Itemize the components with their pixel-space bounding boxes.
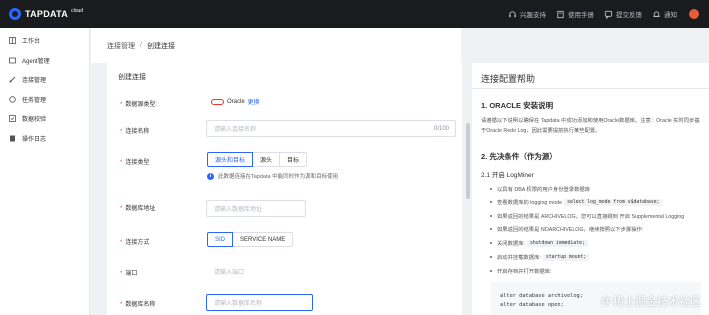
help-panel: 连接配置帮助 1. ORACLE 安装说明 请遵循以下说明以确保在 Tapdat… — [472, 63, 709, 315]
conn-type-label: * 连接类型 — [120, 160, 150, 166]
db-type-label: * 数据源类型: — [120, 102, 158, 108]
conn-mode-option-service-name[interactable]: SERVICE NAME — [233, 232, 294, 247]
breadcrumb-parent[interactable]: 连接管理 — [107, 41, 135, 51]
watermark-text: 稀土掘金技术社区 — [613, 296, 701, 308]
help-sub-logminer: 2.1 开启 LogMiner — [481, 172, 534, 179]
conn-mode-selector: SID SERVICE NAME — [207, 232, 294, 247]
feedback-icon — [604, 10, 613, 19]
help-title: 连接配置帮助 — [481, 74, 536, 84]
db-type-value: Oracle 更换 — [211, 97, 260, 106]
support-link[interactable]: 兴趣支持 — [508, 9, 546, 19]
user-avatar[interactable] — [689, 9, 699, 19]
conn-type-hint-text: 此数据连接在Tapdata 中能同时作为源和目标使用 — [218, 174, 339, 180]
connection-name-input[interactable]: 请输入连接名称 0/100 — [206, 120, 456, 137]
help-bullet: 如果返回的结果是 NOARCHIVELOG，继续按照以下步骤操作: — [490, 225, 643, 233]
conn-type-selector: 源头和目标 源头 目标 — [207, 152, 308, 167]
sidebar: 工作台 Agent管理 连接管理 任务管理 数据校验 操作日志 — [0, 28, 90, 315]
help-divider — [472, 88, 709, 89]
help-inline-code: select log_mode from v$database; — [564, 198, 663, 206]
watermark: @ 稀土掘金技术社区 — [601, 293, 701, 309]
top-bar: TAPDATA cloud 兴趣支持 使用手册 提交反馈 通知 — [0, 0, 709, 28]
breadcrumb: 连接管理 / 创建连接 — [91, 28, 461, 63]
info-icon: i — [207, 172, 214, 180]
sidebar-item-connections[interactable]: 连接管理 — [0, 70, 89, 90]
agent-icon — [9, 57, 16, 64]
help-section-prereq: 2. 先决条件（作为源） — [481, 152, 557, 161]
sidebar-item-workbench[interactable]: 工作台 — [0, 31, 89, 51]
port-input[interactable]: 请输入端口 — [206, 263, 276, 280]
feedback-link[interactable]: 提交反馈 — [604, 9, 642, 19]
breadcrumb-separator: / — [140, 42, 142, 49]
sidebar-item-agent[interactable]: Agent管理 — [0, 51, 89, 71]
help-bullet: 以具有 DBA 权限的用户身份登录数据库 — [490, 185, 590, 193]
db-host-input[interactable]: 请输入数据库地址 — [206, 200, 306, 217]
connection-form: 创建连接 * 数据源类型: Oracle 更换 * 连接名称 请输入连接名称 0/1… — [107, 63, 462, 315]
manual-label: 使用手册 — [568, 12, 594, 19]
help-inline-code: shutdown immediate; — [526, 239, 588, 247]
manual-link[interactable]: 使用手册 — [556, 9, 594, 19]
conn-mode-label: * 连接方式 — [120, 240, 150, 246]
name-char-counter: 0/100 — [433, 125, 449, 132]
db-name-input[interactable]: 请输入数据库名称 — [206, 294, 313, 311]
host-label: * 数据库地址 — [120, 206, 156, 212]
feedback-label: 提交反馈 — [616, 12, 642, 19]
help-bullet: 启动并挂载数据库: startup mount; — [490, 253, 591, 261]
conn-type-option-source-target[interactable]: 源头和目标 — [207, 152, 254, 167]
help-intro-line-1: 请遵循以下说明以确保在 Tapdata 中成功添加和使用Oracle数据库。注意… — [481, 118, 700, 124]
sidebar-item-tasks[interactable]: 任务管理 — [0, 90, 89, 110]
oracle-logo-icon — [211, 98, 224, 105]
change-db-type-link[interactable]: 更换 — [248, 97, 260, 106]
name-placeholder: 请输入连接名称 — [214, 127, 257, 133]
watermark-at: @ — [600, 295, 611, 307]
port-placeholder: 请输入端口 — [214, 270, 245, 276]
name-label: * 连接名称 — [120, 129, 150, 135]
help-inline-code: startup mount; — [542, 253, 590, 261]
top-actions: 兴趣支持 使用手册 提交反馈 通知 — [498, 0, 699, 28]
conn-type-hint: i 此数据连接在Tapdata 中能同时作为源和目标使用 — [207, 172, 338, 180]
verify-icon — [9, 115, 16, 123]
sidebar-item-label: 操作日志 — [22, 136, 47, 143]
support-label: 兴趣支持 — [520, 12, 546, 19]
brand-name: TAPDATA — [25, 9, 69, 19]
tapdata-logo-icon — [9, 8, 21, 20]
host-placeholder: 请输入数据库地址 — [214, 207, 263, 213]
form-title: 创建连接 — [118, 74, 146, 81]
help-bullet: 开启存档并打开数据库: — [490, 267, 551, 275]
dbname-placeholder: 请输入数据库名称 — [214, 301, 263, 307]
help-bullet: 关闭数据库: shutdown immediate; — [490, 239, 590, 247]
sidebar-item-logs[interactable]: 操作日志 — [0, 129, 89, 149]
log-icon — [9, 135, 16, 142]
port-label: * 端口 — [120, 271, 138, 277]
conn-type-option-source[interactable]: 源头 — [253, 152, 281, 167]
help-bullet: 如果返回的结果是 ARCHIVELOG，您可以直接跳到 开启 Supplemen… — [490, 212, 684, 220]
notification-label: 通知 — [664, 12, 677, 19]
bell-icon — [652, 10, 661, 19]
headset-icon — [508, 10, 517, 19]
sidebar-item-label: 连接管理 — [22, 78, 47, 85]
help-intro-line-2: 于Oracle Redo Log，因此需要提前执行某些配置。 — [481, 128, 601, 134]
brand-logo[interactable]: TAPDATA cloud — [9, 8, 83, 20]
breadcrumb-current: 创建连接 — [146, 42, 175, 50]
book-icon — [556, 10, 565, 19]
db-type-name: Oracle — [227, 98, 245, 105]
conn-mode-option-sid[interactable]: SID — [207, 232, 234, 247]
sidebar-item-verify[interactable]: 数据校验 — [0, 109, 89, 129]
sidebar-item-label: Agent管理 — [22, 58, 50, 65]
sidebar-item-label: 任务管理 — [22, 97, 47, 104]
conn-type-option-target[interactable]: 目标 — [280, 152, 308, 167]
dashboard-icon — [9, 37, 16, 45]
form-scrollbar[interactable] — [466, 123, 470, 199]
dbname-label: * 数据库名称 — [120, 302, 156, 308]
notification-link[interactable]: 通知 — [652, 9, 677, 19]
sidebar-item-label: 工作台 — [22, 39, 41, 46]
task-icon — [9, 96, 16, 103]
brand-suffix: cloud — [71, 8, 84, 14]
sidebar-item-label: 数据校验 — [22, 117, 47, 124]
help-bullet: 查看数据库的 logging mode select log_mode from … — [490, 198, 664, 206]
link-icon — [9, 76, 16, 83]
help-section-install: 1. ORACLE 安装说明 — [481, 101, 554, 110]
